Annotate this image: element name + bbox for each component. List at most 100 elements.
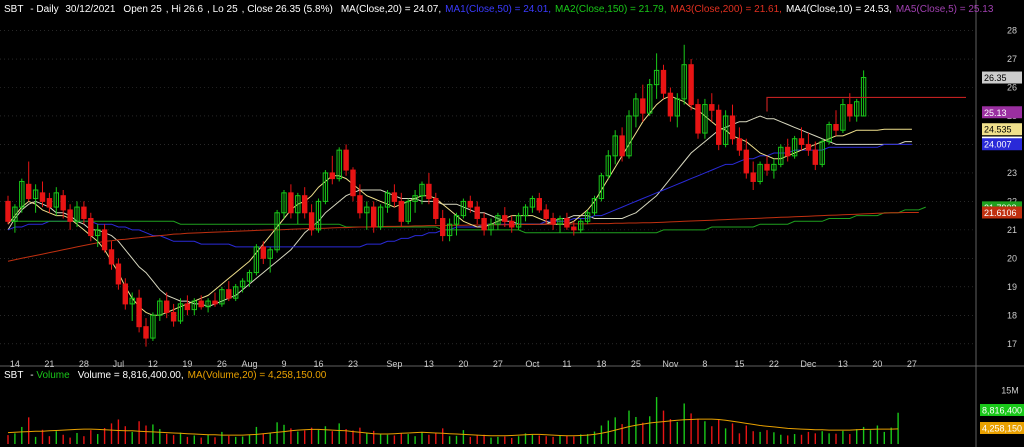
price-tick-label: 23	[1007, 168, 1017, 178]
volume-marker-label: 4,258,150	[982, 424, 1022, 434]
date-tick-label: 27	[493, 359, 503, 369]
candle-body	[371, 206, 377, 228]
volume-ma-line	[7, 418, 899, 437]
price-marker-label: 24.535	[984, 125, 1012, 135]
price-tick-label: 19	[1007, 282, 1017, 292]
candle-body	[308, 212, 315, 231]
candle-body	[212, 300, 218, 305]
candle-body	[88, 217, 94, 237]
candle-body	[688, 64, 694, 106]
price-tick-label: 20	[1007, 253, 1017, 263]
candle-body	[302, 195, 308, 214]
candle-body	[440, 217, 446, 237]
volume-panel-header: SBT - Volume Volume = 8,816,400.00, MA(Vol…	[4, 370, 330, 382]
candle-body	[812, 149, 818, 165]
ticker-label: SBT - Daily 30/12/2021	[4, 4, 116, 15]
ma50-label: MA1(Close,50) = 24.01,	[445, 4, 552, 15]
date-tick-label: 19	[182, 359, 192, 369]
candle-body	[805, 143, 812, 151]
candle-body	[398, 200, 405, 222]
date-tick-label: Jul	[113, 359, 125, 369]
candle-body	[467, 200, 474, 208]
date-tick-label: 23	[348, 359, 358, 369]
candle-body	[46, 198, 53, 208]
volume-ma-label: MA(Volume,20) = 4,258,150.00	[187, 370, 327, 381]
date-tick-label: 22	[769, 359, 779, 369]
ma-line	[7, 143, 912, 248]
price-marker-label: 26.35	[984, 73, 1007, 83]
candle-body	[260, 246, 267, 259]
volume-ticker-label: SBT - Volume	[4, 370, 70, 381]
candle-body	[543, 209, 549, 219]
date-tick-label: 28	[79, 359, 89, 369]
candle-body	[329, 172, 336, 180]
ma150-label: MA2(Close,150) = 21.79,	[555, 4, 667, 15]
date-tick-label: Sep	[386, 359, 402, 369]
candle-body	[350, 169, 356, 197]
candle-body	[101, 229, 108, 251]
candle-body	[26, 183, 32, 200]
candle-body	[122, 283, 128, 305]
candle-body	[136, 297, 142, 328]
date-tick-label: 15	[734, 359, 744, 369]
candle-body	[198, 300, 204, 308]
ma200-label: MA3(Close,200) = 21.61,	[670, 4, 782, 15]
candle-body	[716, 109, 722, 145]
price-tick-label: 17	[1007, 339, 1017, 349]
date-tick-label: 27	[907, 359, 917, 369]
candle-body	[108, 249, 115, 265]
candle-body	[474, 206, 480, 219]
candle-body	[357, 195, 363, 214]
ma-line	[7, 212, 919, 262]
candle-body	[736, 138, 743, 151]
ma10-label: MA4(Close,10) = 24.53,	[785, 4, 892, 15]
price-marker-label: 24.007	[984, 140, 1012, 150]
candle-body	[709, 104, 715, 111]
candle-body	[226, 289, 232, 299]
candle-body	[143, 326, 149, 339]
candle-body	[509, 220, 515, 228]
candle-body	[81, 206, 87, 219]
date-tick-label: 16	[313, 359, 323, 369]
candle-body	[67, 209, 73, 222]
candle-body	[798, 138, 805, 145]
date-tick-label: 14	[10, 359, 20, 369]
date-tick-label: Dec	[800, 359, 817, 369]
date-tick-label: 13	[424, 359, 434, 369]
date-tick-label: 20	[458, 359, 468, 369]
candle-body	[750, 172, 756, 182]
candle-body	[743, 149, 749, 174]
candle-body	[619, 135, 625, 157]
candle-body	[550, 217, 556, 225]
date-tick-label: 11	[562, 359, 571, 369]
date-tick-label: 25	[631, 359, 641, 369]
ma5-label: MA5(Close,5) = 25.13	[895, 4, 994, 15]
candle-body	[847, 104, 853, 117]
ma-line	[8, 206, 926, 234]
volume-value-label: Volume = 8,816,400.00,	[77, 370, 184, 381]
candle-body	[571, 226, 577, 231]
ohlc-label: Open 25, Hi 26.6, Lo 25, Close 26.35 (5.…	[123, 4, 333, 15]
volume-marker-label: 8,816,400	[982, 406, 1022, 416]
candle-body	[564, 217, 570, 228]
candle-body	[184, 303, 191, 311]
date-tick-label: 13	[838, 359, 848, 369]
date-tick-label: 8	[702, 359, 707, 369]
candle-body	[426, 183, 432, 200]
candle-body	[164, 300, 170, 313]
resistance-line	[766, 96, 966, 112]
date-tick-label: Nov	[662, 359, 679, 369]
price-tick-label: 18	[1007, 310, 1017, 320]
price-tick-label: 21	[1007, 225, 1017, 235]
date-tick-label: 21	[44, 359, 54, 369]
candle-body	[5, 200, 11, 222]
candle-body	[288, 192, 294, 214]
candle-body	[695, 104, 701, 134]
candle-body	[667, 92, 674, 117]
price-marker-label: 25.13	[984, 108, 1007, 118]
candle-body	[640, 98, 646, 114]
candle-body	[660, 69, 667, 94]
candle-body	[170, 311, 177, 322]
candle-body	[481, 217, 487, 231]
price-tick-label: 26	[1007, 82, 1017, 92]
